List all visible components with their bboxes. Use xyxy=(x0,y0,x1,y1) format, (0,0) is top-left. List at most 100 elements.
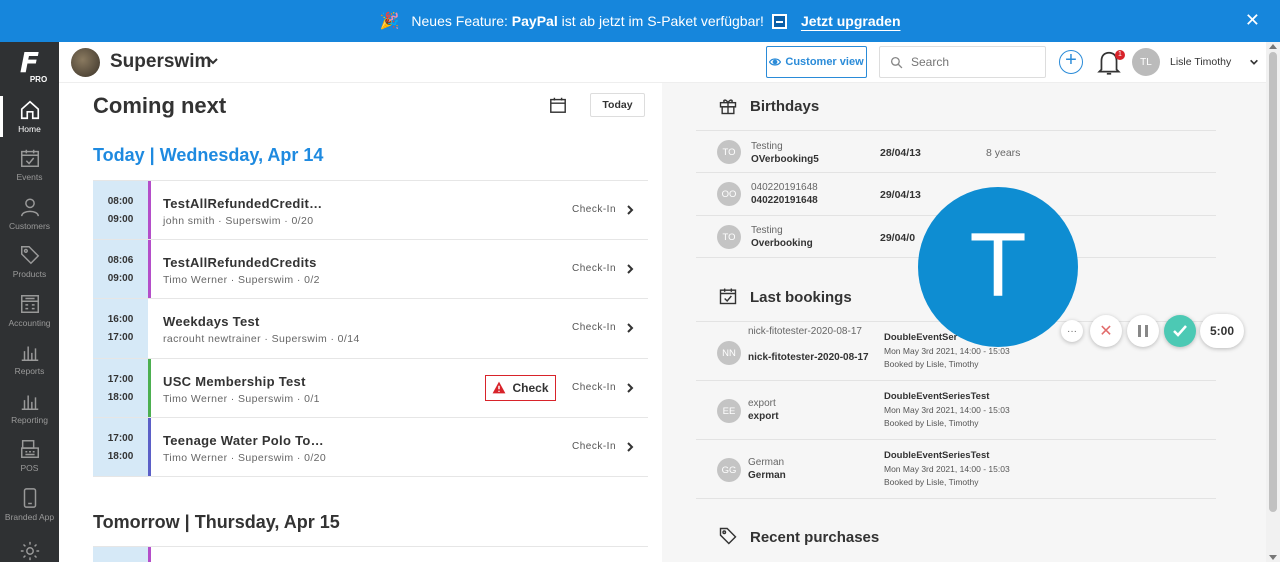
feature-banner: 🎉 Neues Feature: PayPal ist ab jetzt im … xyxy=(0,0,1280,42)
bar-chart-icon xyxy=(21,346,38,362)
tag-icon xyxy=(20,246,39,265)
event-color-bar xyxy=(148,181,151,240)
warning-icon xyxy=(493,381,506,394)
chevron-right-icon[interactable] xyxy=(626,441,634,453)
sidebar-item-events[interactable]: Events xyxy=(0,141,59,190)
upgrade-link[interactable]: Jetzt upgraden xyxy=(801,13,901,29)
event-row[interactable]: 17:00 18:00 Teenage Water Polo To… Timo W… xyxy=(93,417,648,477)
cancel-recording-button[interactable]: ✕ xyxy=(1090,315,1122,347)
add-button[interactable]: + xyxy=(1059,50,1083,74)
event-color-bar xyxy=(148,299,151,358)
sidebar-item-reporting[interactable]: Reporting xyxy=(0,383,59,432)
gift-icon xyxy=(719,99,737,115)
event-color-bar xyxy=(148,417,151,476)
sidebar-item-customers[interactable]: Customers xyxy=(0,189,59,238)
sidebar-item-accounting[interactable]: Accounting xyxy=(0,286,59,335)
chevron-right-icon[interactable] xyxy=(626,263,634,275)
home-icon xyxy=(20,100,39,119)
user-name[interactable]: Lisle Timothy xyxy=(1170,56,1231,68)
user-avatar[interactable]: TL xyxy=(1132,48,1160,76)
scroll-up-icon[interactable] xyxy=(1269,44,1277,49)
check-in-link[interactable]: Check-In xyxy=(572,263,616,274)
sidebar-item-products[interactable]: Products xyxy=(0,238,59,287)
sidebar-item-reports[interactable]: Reports xyxy=(0,335,59,384)
register-icon xyxy=(20,440,39,459)
party-icon: 🎉 xyxy=(379,13,400,30)
calculator-icon xyxy=(20,294,39,313)
recording-timer: 5:00 xyxy=(1200,314,1244,348)
customer-view-button[interactable]: Customer view xyxy=(766,46,867,78)
today-button[interactable]: Today xyxy=(590,93,645,117)
chevron-down-icon[interactable] xyxy=(207,55,219,67)
pause-icon xyxy=(1138,325,1148,337)
avatar: GG xyxy=(717,458,741,482)
list-item[interactable]: GG German German DoubleEventSeriesTest M… xyxy=(696,440,1216,499)
last-bookings-list: NN nick-fitotester-2020-08-17 nick-fitot… xyxy=(696,321,1216,499)
avatar: EE xyxy=(717,399,741,423)
event-row[interactable]: 16:00 17:00 Weekdays Test racrouht newtra… xyxy=(93,299,648,359)
event-subtitle: Timo Werner · Superswim · 0/20 xyxy=(163,451,327,464)
birthdays-title: Birthdays xyxy=(750,98,820,115)
event-times: 16:00 17:00 xyxy=(93,299,148,358)
app-logo[interactable]: F PRO xyxy=(0,42,59,92)
event-title: Weekdays Test xyxy=(163,314,260,330)
avatar: NN xyxy=(717,341,741,365)
banner-message: Neues Feature: PayPal ist ab jetzt im S-… xyxy=(411,13,764,29)
event-title: Teenage Water Polo To… xyxy=(163,432,324,448)
sidebar-item-pos[interactable]: POS xyxy=(0,432,59,481)
more-options-button[interactable]: ··· xyxy=(1061,320,1083,342)
page-title: Coming next xyxy=(93,93,227,118)
event-subtitle: Timo Werner · Superswim · 0/2 xyxy=(163,274,320,287)
calendar-icon[interactable] xyxy=(549,96,567,114)
sidebar-item-branded-app[interactable]: Branded App xyxy=(0,480,59,529)
list-item[interactable]: EE export export DoubleEventSeriesTest M… xyxy=(696,381,1216,440)
list-item[interactable]: TO Testing OVerbooking5 28/04/13 8 years xyxy=(696,131,1216,173)
tag-icon xyxy=(719,527,737,545)
user-icon xyxy=(20,198,39,217)
checkmark-icon xyxy=(1173,325,1187,337)
collapse-icon[interactable] xyxy=(771,13,787,29)
calendar-check-icon xyxy=(20,150,39,168)
event-color-bar xyxy=(148,240,151,299)
check-in-link[interactable]: Check-In xyxy=(572,441,616,452)
event-subtitle: john smith · Superswim · 0/20 xyxy=(163,215,314,227)
chevron-down-icon[interactable] xyxy=(1249,57,1259,67)
search-input[interactable] xyxy=(911,55,1031,69)
event-color-bar xyxy=(148,358,151,417)
chevron-right-icon[interactable] xyxy=(626,322,634,334)
check-in-link[interactable]: Check-In xyxy=(572,382,616,393)
chevron-right-icon[interactable] xyxy=(626,382,634,394)
sidebar-item-settings[interactable] xyxy=(0,529,59,562)
last-bookings-title: Last bookings xyxy=(750,289,852,306)
event-times: 17:00 18:00 xyxy=(93,417,148,476)
banner-close-icon[interactable]: ✕ xyxy=(1245,10,1260,31)
avatar: OO xyxy=(717,182,741,206)
eye-icon xyxy=(769,58,782,66)
event-row[interactable]: 08:00 09:00 TestAllRefundedCredit… john s… xyxy=(93,181,648,241)
notification-badge: 1 xyxy=(1115,50,1125,60)
sidebar-item-home[interactable]: Home xyxy=(0,92,59,141)
sidebar: F PRO Home Events Customers Products Acc… xyxy=(0,42,59,562)
event-row[interactable]: 08:06 09:00 TestAllRefundedCredits Timo W… xyxy=(93,240,648,300)
coming-next-panel: Coming next Today Today | Wednesday, Apr… xyxy=(59,83,662,562)
search-box[interactable] xyxy=(879,46,1046,78)
event-times xyxy=(93,547,148,562)
check-in-link[interactable]: Check-In xyxy=(572,322,616,333)
presenter-avatar[interactable]: T xyxy=(918,187,1078,347)
finish-recording-button[interactable] xyxy=(1164,315,1196,347)
event-row[interactable]: 17:00 18:00 USC Membership Test Timo Wern… xyxy=(93,358,648,418)
scroll-down-icon[interactable] xyxy=(1269,555,1277,560)
brand-name[interactable]: Superswim xyxy=(110,51,211,73)
chevron-right-icon[interactable] xyxy=(626,204,634,216)
calendar-check-icon xyxy=(719,288,737,305)
brand-avatar[interactable] xyxy=(71,48,100,77)
pause-button[interactable] xyxy=(1127,315,1159,347)
scrollbar-thumb[interactable] xyxy=(1269,52,1277,512)
avatar: TO xyxy=(717,140,741,164)
check-in-link[interactable]: Check-In xyxy=(572,204,616,215)
check-warning-button[interactable]: Check xyxy=(485,374,556,401)
tomorrow-heading: Tomorrow | Thursday, Apr 15 xyxy=(93,512,340,532)
avatar: TO xyxy=(717,225,741,249)
event-times: 17:00 18:00 xyxy=(93,358,148,417)
page-scrollbar[interactable] xyxy=(1266,42,1280,562)
